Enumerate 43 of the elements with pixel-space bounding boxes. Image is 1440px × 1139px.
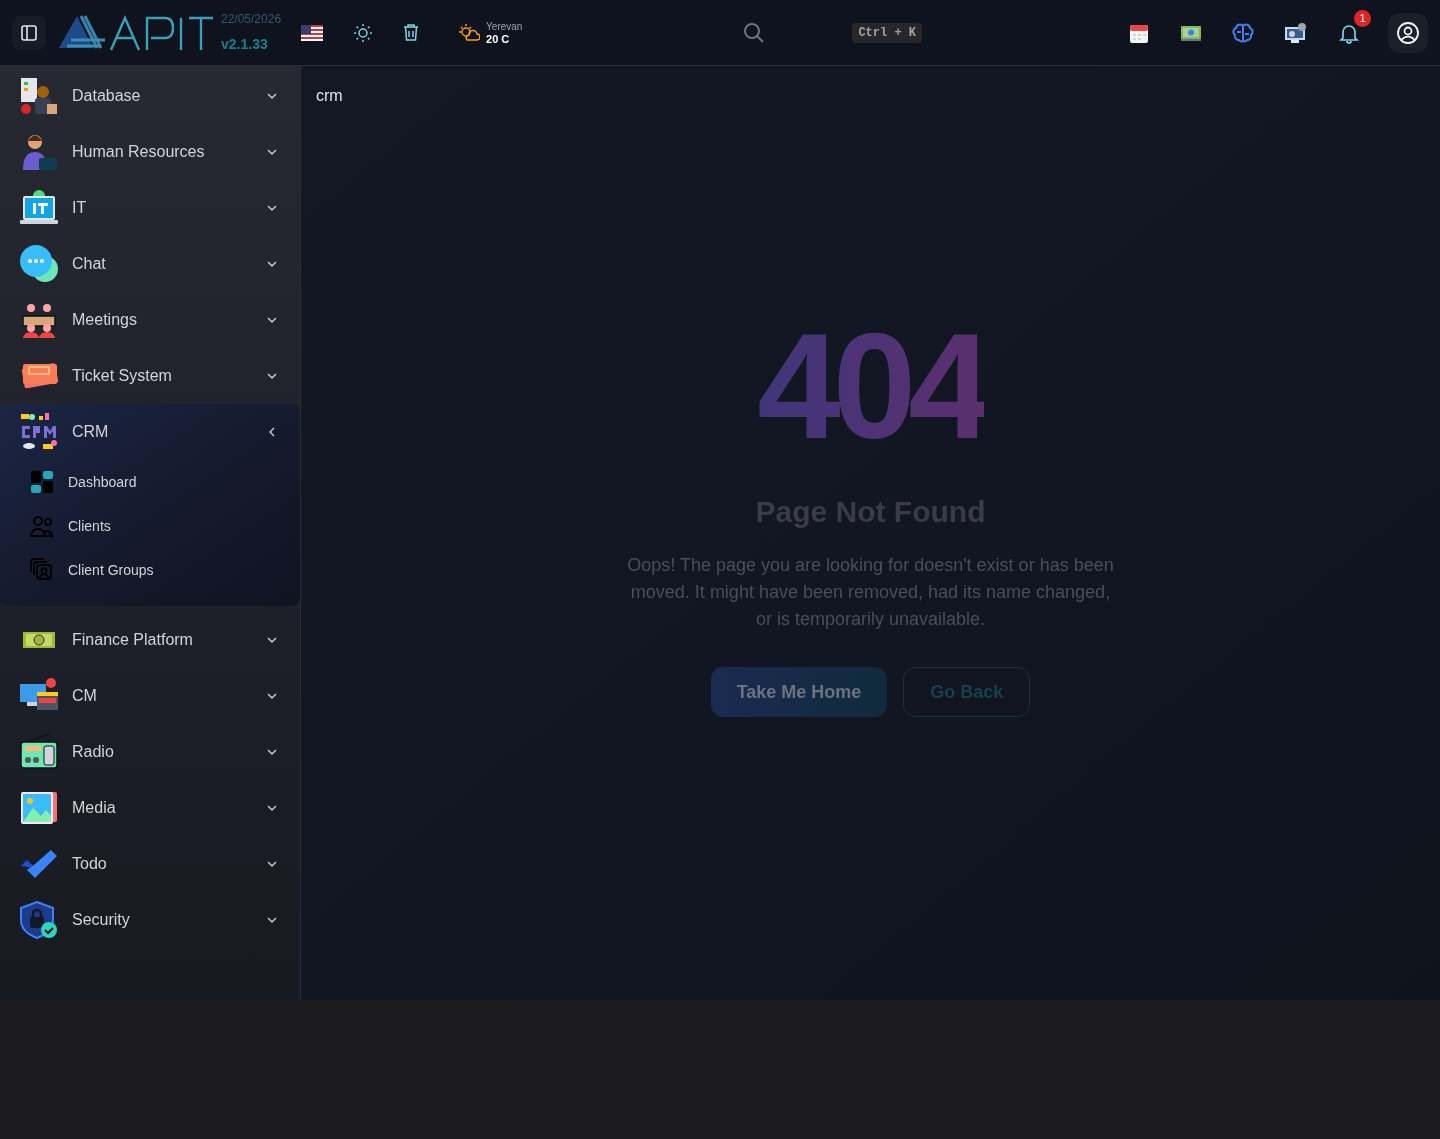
- nav-item-label[interactable]: Radio: [72, 740, 114, 764]
- user-icon: [1396, 20, 1420, 45]
- date-text: 22/05/2026: [221, 11, 282, 28]
- nav-item-label[interactable]: Chat: [72, 252, 106, 276]
- us-flag-icon[interactable]: [301, 24, 324, 41]
- nav-item-label[interactable]: Todo: [72, 852, 107, 876]
- submenu-item[interactable]: Client Groups: [68, 559, 154, 581]
- nav-item-label[interactable]: CRM: [72, 420, 109, 444]
- city-text: Yerevan: [486, 20, 523, 33]
- nav-item-label[interactable]: Meetings: [72, 308, 137, 332]
- breadcrumb: crm: [316, 86, 343, 106]
- nav-item-label[interactable]: Human Resources: [72, 140, 205, 164]
- crm-logo-icon: [19, 412, 59, 452]
- nav-item-label[interactable]: CM: [72, 684, 97, 708]
- notification-badge: 1: [1354, 9, 1371, 27]
- chat-bubbles-icon: [19, 244, 59, 284]
- nav-item-label[interactable]: Media: [72, 796, 116, 820]
- shield-lock-icon: [19, 900, 59, 940]
- document-person-icon: [19, 76, 59, 116]
- version-text: v2.1.33: [221, 35, 268, 54]
- monitor-icon[interactable]: [1180, 23, 1202, 42]
- people-icon: [29, 513, 55, 539]
- sidebar-panel-icon: [20, 23, 38, 42]
- profile-button[interactable]: [1388, 12, 1428, 53]
- shortcut-hint: Ctrl + K: [852, 22, 922, 43]
- brain-icon[interactable]: [1232, 22, 1254, 43]
- sun-icon[interactable]: [353, 22, 374, 43]
- trash-icon[interactable]: [402, 23, 421, 42]
- error-message: Oops! The page you are looking for doesn't exist or has been moved. It might have been removed, had its name changed, or is temporarily unavailable.: [626, 554, 1115, 631]
- nav-item-label[interactable]: Database: [72, 84, 141, 108]
- nav-item-label[interactable]: Security: [72, 908, 130, 932]
- submenu-item[interactable]: Dashboard: [68, 471, 137, 493]
- submenu-item[interactable]: Clients: [68, 515, 111, 537]
- temperature-text: 20 C: [486, 32, 511, 45]
- sun-cloud-icon: [458, 22, 481, 43]
- nav-item-label[interactable]: IT: [72, 196, 87, 220]
- stacked-contacts-icon: [29, 557, 55, 583]
- sidebar-toggle-button[interactable]: [12, 15, 46, 50]
- nav-item-label[interactable]: Ticket System: [72, 364, 172, 388]
- dashboard-tiles-icon: [29, 469, 55, 495]
- search-icon[interactable]: [743, 21, 766, 44]
- radio-icon: [19, 732, 59, 772]
- nav-item-label[interactable]: Finance Platform: [72, 628, 193, 652]
